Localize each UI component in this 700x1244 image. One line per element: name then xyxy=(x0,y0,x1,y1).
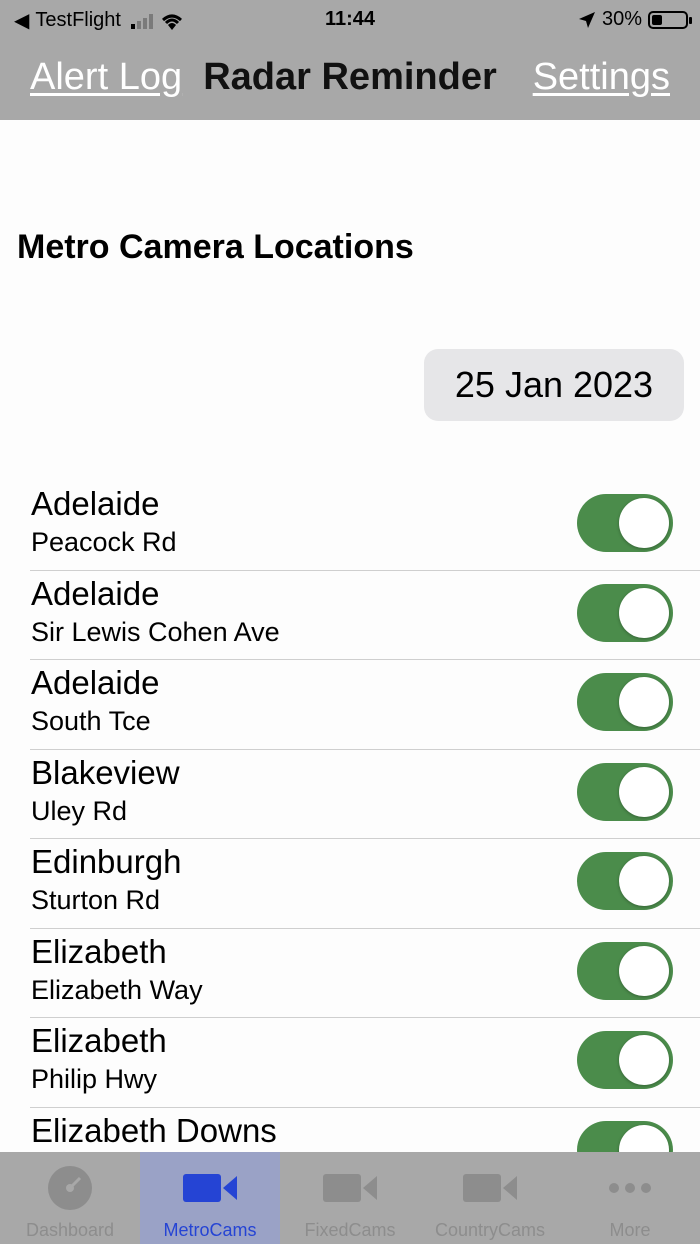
status-right: 30% xyxy=(578,8,692,31)
camera-row: Adelaide Sir Lewis Cohen Ave xyxy=(0,571,700,660)
camera-city: Adelaide xyxy=(31,664,160,701)
camera-toggle[interactable] xyxy=(577,1031,673,1089)
camera-toggle[interactable] xyxy=(577,494,673,552)
camera-road: Sir Lewis Cohen Ave xyxy=(31,616,280,647)
camera-city: Elizabeth xyxy=(31,932,167,970)
camera-toggle[interactable] xyxy=(577,852,673,910)
date-picker[interactable]: 25 Jan 2023 xyxy=(424,349,684,421)
tab-metrocams[interactable]: MetroCams xyxy=(140,1152,280,1244)
camera-city: Blakeview xyxy=(31,753,180,791)
toggle-knob xyxy=(619,498,669,548)
tab-dashboard[interactable]: Dashboard xyxy=(0,1152,140,1244)
camera-row: Edinburgh Sturton Rd xyxy=(0,839,700,929)
toggle-knob xyxy=(619,766,669,817)
camera-toggle[interactable] xyxy=(577,762,673,821)
gauge-icon xyxy=(0,1162,140,1214)
video-camera-icon xyxy=(420,1162,560,1214)
settings-link[interactable]: Settings xyxy=(533,56,670,99)
camera-list: Adelaide Peacock Rd Adelaide Sir Lewis Cohe… xyxy=(0,481,700,1197)
camera-city: Edinburgh xyxy=(31,843,182,880)
camera-row: Adelaide South Tce xyxy=(0,660,700,750)
tab-more[interactable]: More xyxy=(560,1152,700,1244)
camera-toggle[interactable] xyxy=(577,941,673,1000)
camera-row: Elizabeth Elizabeth Way xyxy=(0,929,700,1018)
tab-label: CountryCams xyxy=(434,1220,546,1240)
toggle-knob xyxy=(619,945,669,996)
battery-icon xyxy=(648,10,692,29)
location-arrow-icon xyxy=(578,11,595,28)
camera-road: Elizabeth Way xyxy=(31,974,203,1005)
tab-label: More xyxy=(609,1220,651,1240)
camera-toggle[interactable] xyxy=(577,583,673,642)
toggle-knob xyxy=(619,587,669,638)
camera-road: Sturton Rd xyxy=(31,885,161,915)
toggle-knob xyxy=(619,1035,669,1085)
camera-road: South Tce xyxy=(31,706,151,736)
camera-road: Uley Rd xyxy=(31,795,128,826)
nav-bar: Alert Log Radar Reminder Settings xyxy=(0,48,700,108)
camera-city: Adelaide xyxy=(31,574,160,612)
camera-road: Philip Hwy xyxy=(31,1064,158,1094)
video-camera-icon xyxy=(140,1162,280,1214)
tab-bar: Dashboard MetroCams FixedCams CountryCams Mo… xyxy=(0,1152,700,1244)
tab-label: Dashboard xyxy=(25,1220,115,1240)
camera-toggle[interactable] xyxy=(577,673,673,731)
toggle-knob xyxy=(619,677,669,727)
section-title: Metro Camera Locations xyxy=(17,228,414,266)
battery-percent: 30% xyxy=(601,8,642,30)
tab-fixedcams[interactable]: FixedCams xyxy=(280,1152,420,1244)
camera-city: Elizabeth Downs xyxy=(31,1111,277,1149)
more-icon xyxy=(560,1162,700,1214)
camera-city: Adelaide xyxy=(31,485,160,522)
camera-row: Adelaide Peacock Rd xyxy=(0,481,700,571)
tab-label: FixedCams xyxy=(304,1220,396,1240)
camera-row: Blakeview Uley Rd xyxy=(0,750,700,839)
video-camera-icon xyxy=(280,1162,420,1214)
header: ◀ TestFlight 11:44 30% Alert Log Radar R… xyxy=(0,0,700,120)
camera-road: Peacock Rd xyxy=(31,527,177,557)
tab-countrycams[interactable]: CountryCams xyxy=(420,1152,560,1244)
camera-city: Elizabeth xyxy=(31,1022,167,1059)
tab-label: MetroCams xyxy=(163,1220,257,1240)
toggle-knob xyxy=(619,856,669,906)
camera-row: Elizabeth Philip Hwy xyxy=(0,1018,700,1108)
status-bar: ◀ TestFlight 11:44 30% xyxy=(0,0,700,40)
